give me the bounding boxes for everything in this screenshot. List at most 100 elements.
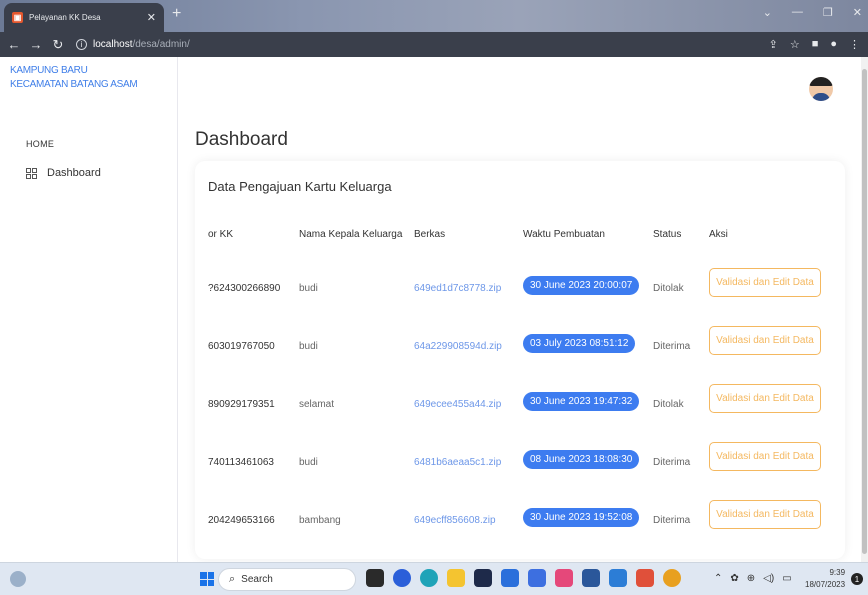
validate-edit-button[interactable]: Validasi dan Edit Data: [709, 500, 821, 529]
vertical-scrollbar[interactable]: [861, 57, 868, 562]
browser-tab-bar: ▣ Pelayanan KK Desa ✕ + ⌄ — ❐ ✕: [0, 0, 868, 32]
share-icon[interactable]: ⇪: [769, 38, 778, 51]
file-link[interactable]: 649ed1d7c8778.zip: [414, 283, 501, 294]
new-tab-icon[interactable]: +: [172, 5, 181, 23]
reload-icon[interactable]: ↻: [50, 37, 66, 53]
validate-edit-button[interactable]: Validasi dan Edit Data: [709, 268, 821, 297]
page-content: KAMPUNG BARU KECAMATAN BATANG ASAM HOME …: [0, 57, 861, 592]
cell-no-kk: 890929179351: [208, 399, 275, 410]
widgets-icon[interactable]: [10, 571, 26, 587]
app-icon[interactable]: [474, 569, 492, 587]
vscode-icon[interactable]: [609, 569, 627, 587]
brand-line-1: KAMPUNG BARU: [10, 65, 88, 76]
taskbar-search[interactable]: ⌕ Search: [218, 568, 356, 591]
time-badge: 03 July 2023 08:51:12: [523, 334, 636, 353]
taskbar-apps: [366, 569, 681, 587]
chrome-icon[interactable]: [663, 569, 681, 587]
volume-icon[interactable]: ◁): [763, 573, 774, 584]
cell-nama: selamat: [299, 399, 335, 410]
time-badge: 30 June 2023 19:47:32: [523, 392, 640, 411]
file-link[interactable]: 649ecff856608.zip: [414, 515, 496, 526]
notification-icon[interactable]: 1: [851, 573, 863, 585]
start-button[interactable]: [200, 572, 214, 586]
clock-time: 9:39: [829, 568, 846, 577]
url-field[interactable]: i localhost /desa/admin/: [76, 39, 190, 50]
time-badge: 30 June 2023 19:52:08: [523, 508, 640, 527]
avatar[interactable]: [809, 77, 833, 101]
status-text: Diterima: [653, 515, 691, 526]
brand-line-2: KECAMATAN BATANG ASAM: [10, 79, 138, 90]
sidebar-section-home: HOME: [26, 139, 55, 149]
restore-icon[interactable]: ❐: [823, 6, 833, 19]
cell-no-kk: ?624300266890: [208, 283, 281, 294]
close-tab-icon[interactable]: ✕: [147, 11, 156, 24]
column-header-status: Status: [653, 229, 682, 240]
cell-no-kk: 204249653166: [208, 515, 275, 526]
tab-title: Pelayanan KK Desa: [29, 13, 101, 22]
window-controls: ⌄ — ❐ ✕: [763, 6, 862, 19]
column-header-no-kk: or KK: [208, 229, 234, 240]
browser-tab[interactable]: ▣ Pelayanan KK Desa ✕: [4, 3, 164, 32]
cell-nama: bambang: [299, 515, 341, 526]
file-link[interactable]: 6481b6aeaa5c1.zip: [414, 457, 501, 468]
system-tray: ⌃ ✿ ⊕ ◁) ▭: [714, 573, 792, 584]
cell-no-kk: 740113461063: [208, 457, 274, 468]
card-title: Data Pengajuan Kartu Keluarga: [208, 179, 392, 194]
clock-date: 18/07/2023: [805, 580, 846, 589]
sidebar: KAMPUNG BARU KECAMATAN BATANG ASAM HOME …: [0, 57, 178, 562]
close-window-icon[interactable]: ✕: [853, 6, 862, 19]
chevron-up-icon[interactable]: ⌃: [714, 573, 722, 584]
brand[interactable]: KAMPUNG BARU KECAMATAN BATANG ASAM: [10, 64, 138, 92]
app-icon[interactable]: [555, 569, 573, 587]
validate-edit-button[interactable]: Validasi dan Edit Data: [709, 442, 821, 471]
clock[interactable]: 9:39 18/07/2023: [805, 567, 845, 591]
column-header-berkas: Berkas: [414, 229, 446, 240]
sidebar-item-dashboard[interactable]: Dashboard: [26, 167, 101, 179]
search-icon: ⌕: [229, 573, 236, 585]
address-bar-actions: ⇪ ☆ ■ ● ⋮: [769, 38, 860, 51]
sidebar-item-label: Dashboard: [47, 167, 101, 179]
back-icon[interactable]: ←: [6, 37, 22, 52]
app-icon[interactable]: [528, 569, 546, 587]
file-explorer-icon[interactable]: [447, 569, 465, 587]
column-header-waktu: Waktu Pembuatan: [523, 229, 605, 240]
info-icon[interactable]: i: [76, 39, 87, 50]
time-badge: 08 June 2023 18:08:30: [523, 450, 640, 469]
page-title: Dashboard: [195, 129, 288, 150]
zoom-icon[interactable]: [393, 569, 411, 587]
url-path: /desa/admin/: [132, 39, 190, 50]
scrollbar-thumb[interactable]: [862, 69, 867, 554]
address-bar: ← → ↻ i localhost /desa/admin/ ⇪ ☆ ■ ● ⋮: [0, 32, 868, 57]
chevron-down-icon[interactable]: ⌄: [763, 6, 772, 19]
bookmark-star-icon[interactable]: ☆: [790, 38, 800, 51]
app-icon[interactable]: [636, 569, 654, 587]
cell-no-kk: 603019767050: [208, 341, 275, 352]
mail-icon[interactable]: [501, 569, 519, 587]
profile-icon[interactable]: ●: [830, 38, 837, 51]
word-icon[interactable]: [582, 569, 600, 587]
column-header-nama: Nama Kepala Keluarga: [299, 229, 403, 240]
search-placeholder: Search: [241, 574, 273, 585]
side-panel-icon[interactable]: ■: [812, 38, 819, 51]
more-menu-icon[interactable]: ⋮: [849, 38, 860, 51]
cell-nama: budi: [299, 283, 318, 294]
task-view-icon[interactable]: [366, 569, 384, 587]
cell-nama: budi: [299, 457, 318, 468]
battery-icon[interactable]: ▭: [782, 573, 791, 584]
data-card: Data Pengajuan Kartu Keluarga or KK Nama…: [195, 161, 845, 592]
status-text: Ditolak: [653, 399, 684, 410]
edge-icon[interactable]: [420, 569, 438, 587]
validate-edit-button[interactable]: Validasi dan Edit Data: [709, 326, 821, 355]
column-header-aksi: Aksi: [709, 229, 728, 240]
forward-icon[interactable]: →: [28, 37, 44, 52]
validate-edit-button[interactable]: Validasi dan Edit Data: [709, 384, 821, 413]
tray-app-icon[interactable]: ✿: [730, 573, 738, 584]
site-favicon-icon: ▣: [12, 12, 23, 23]
dashboard-grid-icon: [26, 167, 37, 179]
time-badge: 30 June 2023 20:00:07: [523, 276, 640, 295]
network-icon[interactable]: ⊕: [747, 573, 755, 584]
file-link[interactable]: 649ecee455a44.zip: [414, 399, 501, 410]
status-text: Ditolak: [653, 283, 684, 294]
file-link[interactable]: 64a229908594d.zip: [414, 341, 502, 352]
minimize-icon[interactable]: —: [792, 6, 803, 19]
